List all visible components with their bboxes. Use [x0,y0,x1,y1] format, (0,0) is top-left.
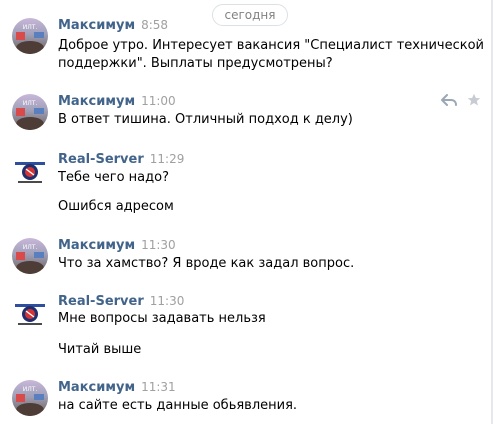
author-name[interactable]: Максимум 11:30 [58,238,176,253]
avatar[interactable] [12,238,48,274]
author-name[interactable]: Максимум 11:00 [58,94,176,109]
message-text: Что за хамство? Я вроде как задал вопрос… [58,256,355,271]
message-time: 11:30 [149,294,185,308]
message-text: Доброе утро. Интересует вакансия "Специа… [58,38,485,53]
message-text: В ответ тишина. Отличный подход к делу) [58,112,353,127]
author-name[interactable]: Максимум 8:58 [58,18,168,33]
author-label[interactable]: Максимум [58,380,135,395]
author-label[interactable]: Real-Server [58,152,144,167]
author-label[interactable]: Максимум [58,238,135,253]
avatar[interactable] [12,380,48,416]
message-text: Мне вопросы задавать нельзя [58,311,266,326]
message-time: 11:31 [141,380,176,394]
message-time: 11:30 [141,238,176,252]
avatar[interactable] [12,152,48,188]
message-text: Тебе чего надо? [58,170,169,185]
message-text: Читай выше [58,342,142,357]
author-name[interactable]: Real-Server 11:29 [58,152,184,167]
message-time: 8:58 [141,18,169,32]
avatar[interactable] [12,294,48,330]
message-text: Ошибся адресом [58,199,174,214]
star-icon[interactable] [467,92,481,111]
author-label[interactable]: Максимум [58,94,135,109]
avatar[interactable] [12,94,48,130]
reply-icon[interactable] [441,92,457,111]
avatar[interactable] [12,18,48,54]
message-time: 11:00 [141,94,176,108]
message-time: 11:29 [149,152,185,166]
message-text: поддержки". Выплаты предусмотрены? [58,56,333,71]
message-text: на сайте есть данные обьявления. [58,398,298,413]
message-actions [441,92,485,108]
author-name[interactable]: Максимум 11:31 [58,380,176,395]
date-divider: сегодня [212,4,288,26]
author-label[interactable]: Максимум [58,18,135,33]
author-label[interactable]: Real-Server [58,294,144,309]
author-name[interactable]: Real-Server 11:30 [58,294,184,309]
